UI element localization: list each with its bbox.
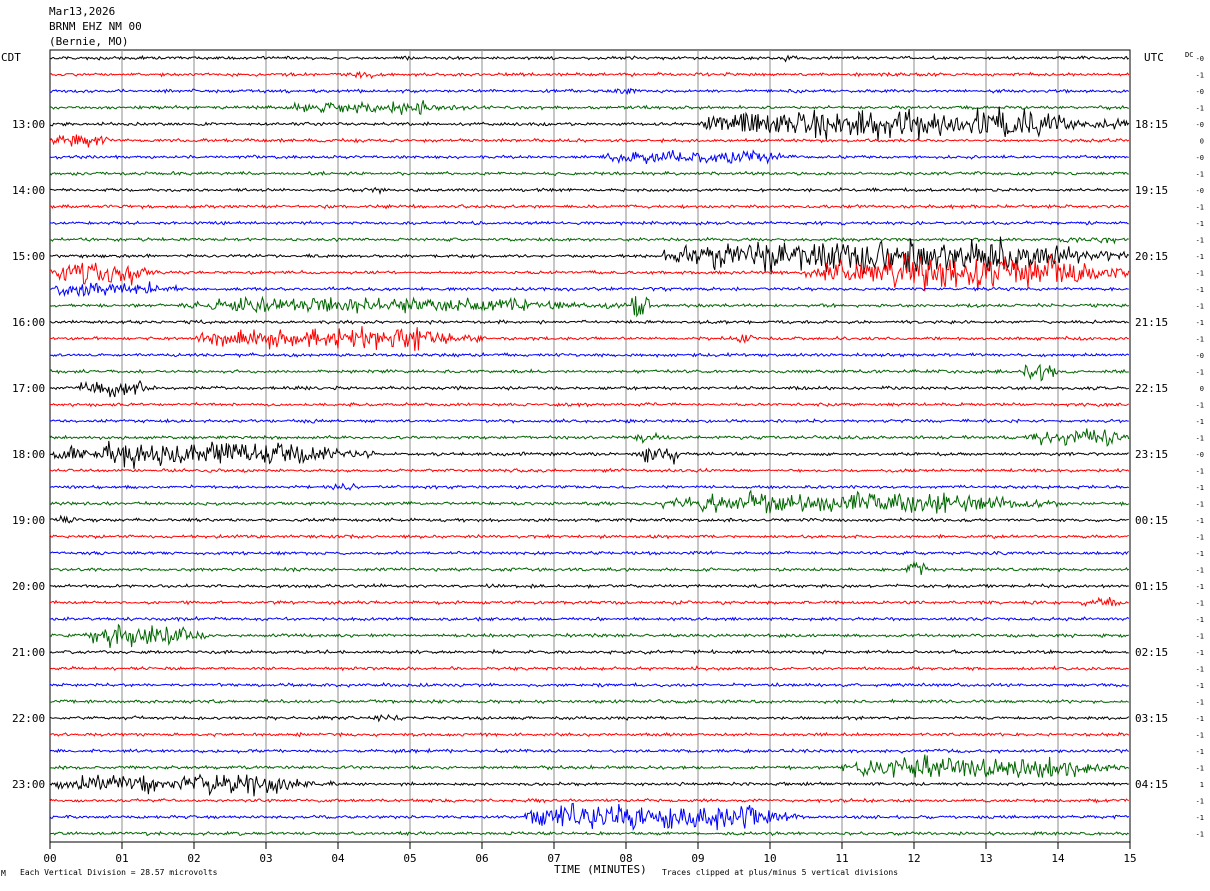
- utc-hour-label: 20:15: [1135, 250, 1168, 263]
- utc-hour-label: 22:15: [1135, 382, 1168, 395]
- cdt-hour-label: 18:00: [12, 448, 45, 461]
- dc-offset: -1: [1196, 204, 1204, 212]
- dc-offset: -1: [1196, 633, 1204, 641]
- x-tick-label: 15: [1123, 852, 1136, 865]
- cdt-hour-label: 14:00: [12, 184, 45, 197]
- dc-offset: -1: [1196, 171, 1204, 179]
- cdt-hour-label: 15:00: [12, 250, 45, 263]
- x-tick-label: 12: [907, 852, 920, 865]
- dc-offset: -1: [1196, 72, 1204, 80]
- dc-offset: -1: [1196, 402, 1204, 410]
- seismogram-plot: Mar13,2026 BRNM EHZ NM 00 (Bernie, MO) C…: [0, 0, 1210, 886]
- x-tick-label: 14: [1051, 852, 1065, 865]
- dc-offset: -1: [1196, 517, 1204, 525]
- header-location: (Bernie, MO): [49, 35, 128, 48]
- utc-hour-label: 23:15: [1135, 448, 1168, 461]
- background: [0, 0, 1210, 886]
- dc-offset: -1: [1196, 369, 1204, 377]
- dc-offset: -0: [1196, 451, 1204, 459]
- utc-hour-label: 18:15: [1135, 118, 1168, 131]
- x-tick-label: 04: [331, 852, 345, 865]
- left-axis-title: CDT: [1, 51, 21, 64]
- dc-offset: -0: [1196, 154, 1204, 162]
- dc-offset: -0: [1196, 88, 1204, 96]
- dc-offset: -1: [1196, 253, 1204, 261]
- dc-offset: -1: [1196, 468, 1204, 476]
- utc-hour-label: 03:15: [1135, 712, 1168, 725]
- dc-offset: -1: [1196, 319, 1204, 327]
- dc-offset: -1: [1196, 270, 1204, 278]
- x-tick-label: 06: [475, 852, 488, 865]
- x-tick-label: 10: [763, 852, 776, 865]
- dc-offset: -1: [1196, 501, 1204, 509]
- header-station: BRNM EHZ NM 00: [49, 20, 142, 33]
- dc-offset: -1: [1196, 567, 1204, 575]
- x-axis-title: TIME (MINUTES): [554, 863, 647, 876]
- scale-note: Each Vertical Division = 28.57 microvolt…: [20, 868, 218, 877]
- cdt-hour-label: 20:00: [12, 580, 45, 593]
- dc-offset: -1: [1196, 550, 1204, 558]
- cdt-hour-label: 16:00: [12, 316, 45, 329]
- utc-hour-label: 04:15: [1135, 778, 1168, 791]
- dc-offset: 1: [1200, 781, 1204, 789]
- dc-offset: -1: [1196, 732, 1204, 740]
- dc-offset: -0: [1196, 55, 1204, 63]
- cdt-hour-label: 23:00: [12, 778, 45, 791]
- dc-offset: -1: [1196, 616, 1204, 624]
- dc-offset: -1: [1196, 798, 1204, 806]
- right-axis-title: UTC: [1144, 51, 1164, 64]
- dc-offset: -1: [1196, 418, 1204, 426]
- dc-offset: -1: [1196, 682, 1204, 690]
- dc-offset: -1: [1196, 583, 1204, 591]
- cdt-hour-label: 17:00: [12, 382, 45, 395]
- dc-offset: -1: [1196, 765, 1204, 773]
- cdt-hour-label: 19:00: [12, 514, 45, 527]
- dc-offset: -1: [1196, 748, 1204, 756]
- dc-offset: -0: [1196, 121, 1204, 129]
- dc-offset: -1: [1196, 699, 1204, 707]
- dc-offset: -1: [1196, 534, 1204, 542]
- dc-offset: 0: [1200, 385, 1204, 393]
- x-tick-label: 02: [187, 852, 200, 865]
- clip-note: Traces clipped at plus/minus 5 vertical …: [662, 868, 898, 877]
- dc-offset: -1: [1196, 220, 1204, 228]
- dc-offset: -1: [1196, 435, 1204, 443]
- dc-offset: -1: [1196, 715, 1204, 723]
- dc-offset: -1: [1196, 286, 1204, 294]
- dc-label: DC: [1185, 51, 1193, 59]
- dc-offset: -1: [1196, 237, 1204, 245]
- x-tick-label: 09: [691, 852, 704, 865]
- corner-mark: M: [1, 869, 6, 878]
- dc-offset: -1: [1196, 484, 1204, 492]
- utc-hour-label: 01:15: [1135, 580, 1168, 593]
- cdt-hour-label: 13:00: [12, 118, 45, 131]
- dc-offset: -1: [1196, 831, 1204, 839]
- header-date: Mar13,2026: [49, 5, 115, 18]
- x-tick-label: 05: [403, 852, 416, 865]
- dc-offset: -0: [1196, 352, 1204, 360]
- x-tick-label: 00: [43, 852, 56, 865]
- cdt-hour-label: 22:00: [12, 712, 45, 725]
- dc-offset: -1: [1196, 666, 1204, 674]
- dc-offset: -1: [1196, 649, 1204, 657]
- utc-hour-label: 21:15: [1135, 316, 1168, 329]
- dc-offset: 0: [1200, 138, 1204, 146]
- dc-offset: -1: [1196, 600, 1204, 608]
- dc-offset: -1: [1196, 336, 1204, 344]
- dc-offset: -1: [1196, 814, 1204, 822]
- x-tick-label: 01: [115, 852, 128, 865]
- dc-offset: -1: [1196, 303, 1204, 311]
- dc-offset: -1: [1196, 105, 1204, 113]
- x-tick-label: 03: [259, 852, 272, 865]
- utc-hour-label: 19:15: [1135, 184, 1168, 197]
- utc-hour-label: 00:15: [1135, 514, 1168, 527]
- x-tick-label: 13: [979, 852, 992, 865]
- utc-hour-label: 02:15: [1135, 646, 1168, 659]
- x-tick-label: 11: [835, 852, 848, 865]
- cdt-hour-label: 21:00: [12, 646, 45, 659]
- dc-offset: -0: [1196, 187, 1204, 195]
